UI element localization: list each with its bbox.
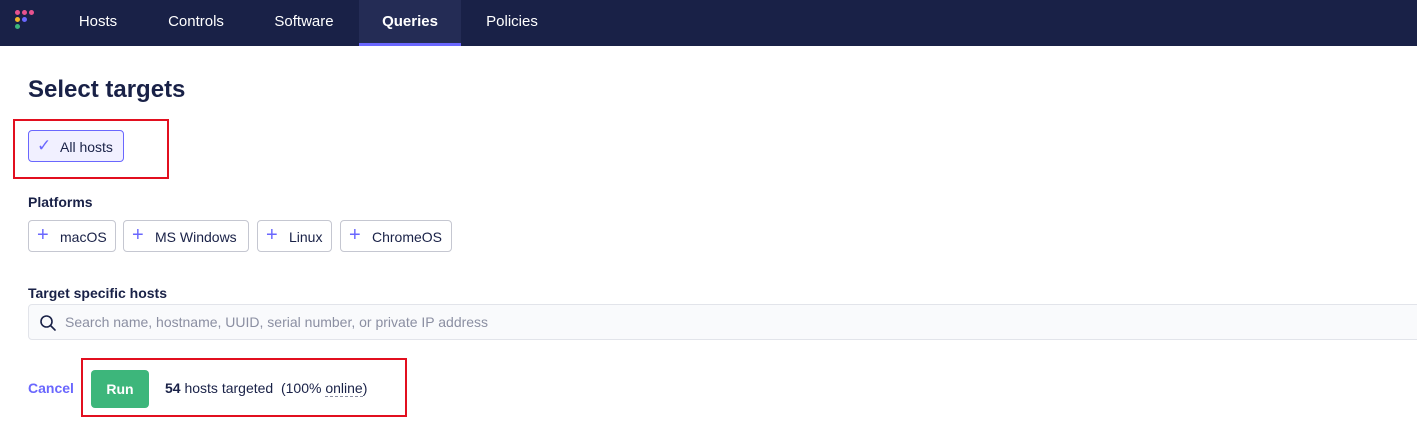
platforms-label: Platforms [28, 194, 93, 210]
check-icon: ✓ [37, 136, 52, 155]
platform-chromeos-button[interactable]: + ChromeOS [340, 220, 452, 252]
cancel-button[interactable]: Cancel [28, 380, 74, 396]
hosts-targeted-summary: 54 hosts targeted (100% online) [165, 380, 368, 397]
platform-linux-button[interactable]: + Linux [257, 220, 332, 252]
top-nav: Hosts Controls Software Queries Policies [0, 0, 1417, 46]
all-hosts-button[interactable]: ✓ All hosts [28, 130, 124, 162]
host-count: 54 [165, 380, 181, 396]
platform-label: MS Windows [155, 229, 237, 245]
platform-label: ChromeOS [372, 229, 443, 245]
plus-icon: + [37, 224, 49, 246]
platform-label: Linux [289, 229, 323, 245]
nav-item-controls[interactable]: Controls [142, 0, 250, 46]
plus-icon: + [132, 224, 144, 246]
target-hosts-label: Target specific hosts [28, 285, 168, 301]
search-icon [40, 315, 56, 331]
nav-item-queries[interactable]: Queries [359, 0, 461, 46]
hosts-targeted-text: hosts targeted [184, 380, 274, 396]
platform-macos-button[interactable]: + macOS [28, 220, 116, 252]
nav-item-software[interactable]: Software [250, 0, 358, 46]
page-title: Select targets [28, 76, 186, 103]
nav-item-policies[interactable]: Policies [462, 0, 562, 46]
platform-label: macOS [60, 229, 107, 245]
plus-icon: + [349, 224, 361, 246]
platform-windows-button[interactable]: + MS Windows [123, 220, 249, 252]
run-button[interactable]: Run [91, 370, 149, 408]
online-suffix: ) [362, 380, 368, 396]
all-hosts-label: All hosts [60, 139, 113, 155]
nav-item-hosts[interactable]: Hosts [58, 0, 138, 46]
plus-icon: + [266, 224, 278, 246]
online-prefix: (100% [280, 380, 322, 396]
host-search-box[interactable] [28, 304, 1417, 340]
online-tooltip-trigger[interactable]: online [325, 380, 363, 397]
fleet-logo-icon[interactable] [15, 10, 37, 32]
host-search-input[interactable] [65, 305, 1405, 339]
